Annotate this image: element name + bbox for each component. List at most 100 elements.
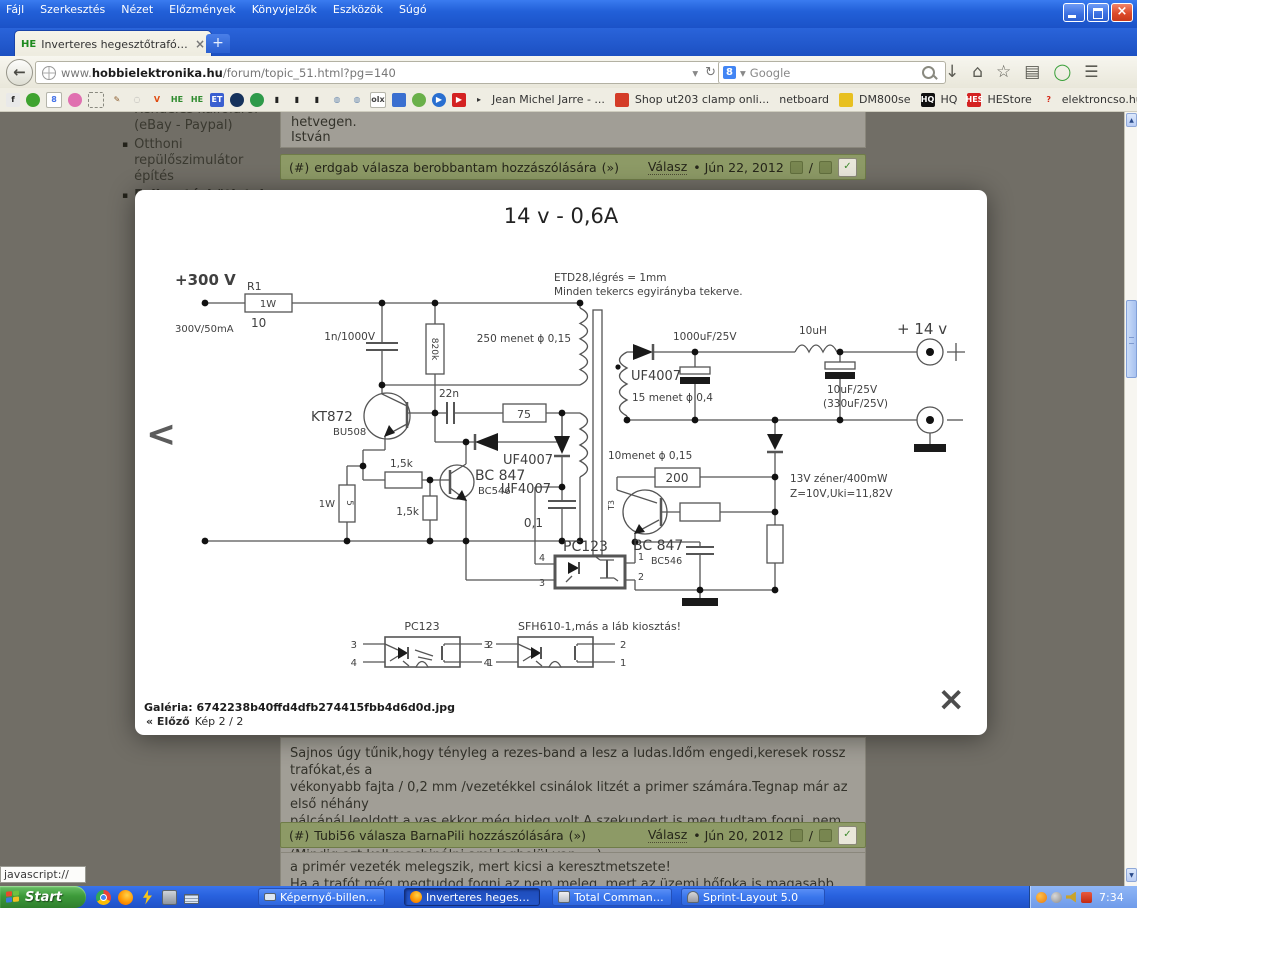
bookmark-favicon-icon[interactable] [68, 92, 82, 107]
bookmark-item[interactable]: Jean Michel Jarre - ... [492, 93, 605, 106]
bookmark-favicon-icon[interactable]: ▶ [432, 92, 446, 107]
post-anchor-link[interactable]: (#) [289, 160, 309, 175]
menu-item[interactable]: Szerkesztés [40, 3, 105, 16]
bookmark-icon[interactable]: ? [1042, 93, 1056, 107]
bookmark-favicon-icon[interactable] [230, 92, 244, 107]
thumb-down-icon[interactable] [819, 160, 832, 174]
post-more-link[interactable]: (») [569, 828, 586, 843]
back-button[interactable]: ← [6, 59, 33, 86]
post-anchor-link[interactable]: (#) [289, 828, 309, 843]
taskbar-button[interactable]: Sprint-Layout 5.0 [681, 888, 825, 906]
scroll-down-arrow[interactable]: ▼ [1126, 868, 1137, 882]
sidebar-item[interactable]: ▪ Otthoni repülőszimulátor építés [122, 137, 278, 185]
bookmark-favicon-icon[interactable]: olx [370, 91, 386, 108]
bookmark-item[interactable]: HEStore [987, 93, 1031, 106]
reply-link[interactable]: Válasz [647, 827, 688, 843]
search-engine-dropdown-icon[interactable]: ▾ [740, 66, 746, 80]
close-button[interactable]: × [1111, 3, 1133, 22]
bookmark-favicon-icon[interactable] [392, 92, 406, 107]
bookmark-favicon-icon[interactable] [250, 92, 264, 107]
search-icon[interactable] [922, 66, 935, 79]
start-button[interactable]: Start [0, 886, 86, 908]
lightbox-prev-arrow-icon[interactable]: < [146, 414, 176, 455]
hamburger-menu-icon[interactable]: ☰ [1084, 59, 1098, 85]
thumb-down-icon[interactable] [819, 828, 832, 842]
menu-item[interactable]: Fájl [6, 3, 24, 16]
bookmark-item[interactable]: HQ [941, 93, 958, 106]
bookmark-favicon-icon[interactable] [26, 92, 40, 107]
tray-icon-orange[interactable] [1036, 891, 1047, 903]
menu-item[interactable]: Előzmények [169, 3, 236, 16]
bookmark-favicon-icon[interactable]: f [6, 92, 20, 107]
bookmark-icon[interactable]: HQ [920, 92, 935, 107]
tray-icon-red[interactable] [1081, 891, 1092, 903]
taskbar-button[interactable]: Képernyő-billentyűzet [258, 888, 385, 906]
volume-icon[interactable] [1066, 891, 1076, 903]
quick-launch-bar [96, 889, 199, 905]
scrollbar-thumb[interactable] [1126, 300, 1137, 378]
downloads-icon[interactable]: ↓ [945, 59, 959, 85]
bookmark-favicon-icon[interactable]: 8 [46, 91, 62, 108]
bookmark-favicon-icon[interactable] [88, 91, 104, 108]
bookmark-item[interactable]: netboard [779, 93, 829, 106]
reload-icon[interactable]: ↻ [705, 65, 716, 80]
vertical-scrollbar[interactable]: ▲ ▼ [1124, 112, 1137, 886]
post-options-dropdown[interactable]: ✓ [838, 157, 857, 177]
restore-button[interactable] [1087, 3, 1109, 22]
bookmark-favicon-icon[interactable]: ◍ [350, 93, 364, 107]
bookmark-favicon-icon[interactable]: ET [210, 92, 224, 107]
previous-image-link[interactable]: « Előző [146, 715, 190, 728]
firefox-icon[interactable] [118, 889, 133, 905]
lightbox-close-icon[interactable]: × [937, 682, 965, 715]
bookmark-favicon-icon[interactable]: ▶ [452, 92, 466, 107]
bookmark-icon[interactable]: ▸ [472, 93, 486, 107]
menu-item[interactable]: Nézet [121, 3, 153, 16]
minimize-button[interactable] [1063, 3, 1085, 22]
menu-item[interactable]: Eszközök [333, 3, 383, 16]
tray-icon-gray[interactable] [1051, 891, 1062, 903]
sidebar-item[interactable]: ▪ Rendelés külföldről (eBay - Paypal) [122, 112, 278, 134]
post-more-link[interactable]: (») [602, 160, 619, 175]
bookmark-icon[interactable] [614, 92, 629, 107]
bookmark-favicon-icon[interactable]: ✎ [110, 93, 124, 107]
winamp-icon[interactable] [143, 889, 152, 905]
schematic-label: KT872 [311, 409, 353, 425]
tab-inverteres[interactable]: HE Inverteres hegesztőtrafó - H... × [14, 30, 212, 57]
post-options-dropdown[interactable]: ✓ [838, 825, 857, 845]
bookmark-favicon-icon[interactable]: HE [190, 93, 204, 107]
bookmark-star-icon[interactable]: ☆ [996, 59, 1011, 85]
new-tab-button[interactable]: + [206, 34, 230, 53]
keyboard-icon[interactable] [184, 893, 199, 904]
bookmark-item[interactable]: DM800se [859, 93, 910, 106]
clipboard-icon[interactable]: ▤ [1024, 59, 1040, 85]
bookmark-favicon-icon[interactable]: V [150, 93, 164, 107]
menu-item[interactable]: Súgó [399, 3, 427, 16]
home-icon[interactable]: ⌂ [972, 59, 983, 85]
bookmark-item[interactable]: Shop ut203 clamp onli... [635, 93, 769, 106]
address-bar[interactable]: www. hobbielektronika.hu/forum/topic_51.h… [35, 61, 721, 84]
taskbar-button[interactable]: Total Commander Ulti... [552, 888, 672, 906]
tab-close-icon[interactable]: × [195, 37, 205, 51]
reply-link[interactable]: Válasz [647, 159, 688, 175]
taskbar-button[interactable]: Inverteres hegesztőt... [404, 888, 540, 906]
bookmark-favicon-icon[interactable]: HE [170, 93, 184, 107]
chrome-icon[interactable] [96, 889, 111, 905]
bookmark-favicon-icon[interactable]: ▮ [270, 93, 284, 107]
clock: 7:34 [1099, 890, 1124, 904]
menu-item[interactable]: Könyvjelzők [252, 3, 317, 16]
search-input[interactable]: 8 ▾ Google [718, 61, 946, 84]
scroll-up-arrow[interactable]: ▲ [1126, 113, 1137, 127]
bookmark-icon[interactable]: HES [966, 92, 983, 107]
thumb-up-icon[interactable] [789, 160, 803, 174]
url-dropdown-icon[interactable]: ▾ [692, 66, 698, 80]
thumb-up-icon[interactable] [789, 828, 803, 842]
bookmark-favicon-icon[interactable]: ◍ [330, 93, 344, 107]
addon-icon[interactable]: ◯ [1053, 59, 1071, 85]
bookmark-icon[interactable] [839, 92, 854, 107]
bookmark-item[interactable]: elektroncso.hu [1062, 93, 1137, 106]
app-icon[interactable] [162, 889, 177, 905]
bookmark-favicon-icon[interactable]: ▮ [310, 93, 324, 107]
bookmark-favicon-icon[interactable]: ▮ [290, 93, 304, 107]
bookmark-favicon-icon[interactable] [412, 92, 426, 107]
bookmark-favicon-icon[interactable]: ◌ [130, 93, 144, 107]
